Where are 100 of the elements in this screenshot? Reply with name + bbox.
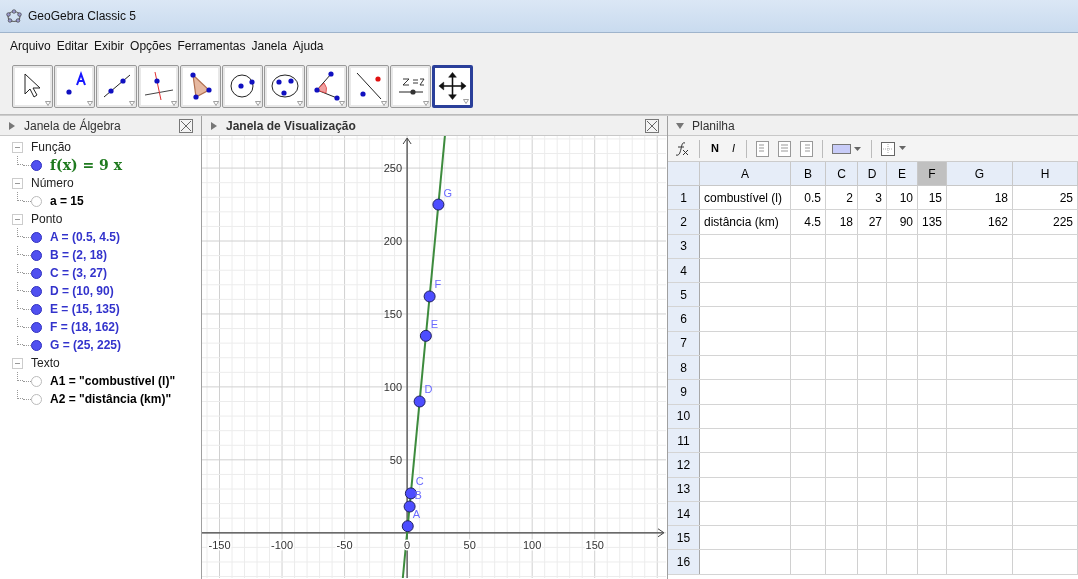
- table-cell[interactable]: 135: [918, 212, 946, 231]
- algebra-entry[interactable]: A = (0.5, 4.5): [50, 228, 120, 246]
- algebra-entry[interactable]: A1 = "combustível (l)": [50, 372, 176, 390]
- column-header[interactable]: D: [858, 162, 887, 185]
- table-cell[interactable]: 225: [1013, 212, 1077, 231]
- row-header[interactable]: 15: [668, 526, 700, 550]
- row-header[interactable]: 11: [668, 428, 700, 453]
- row-header[interactable]: 3: [668, 234, 700, 258]
- row-header[interactable]: 8: [668, 356, 700, 380]
- point-marker[interactable]: [432, 198, 445, 211]
- column-header[interactable]: C: [826, 162, 858, 185]
- collapse-icon[interactable]: [12, 177, 23, 189]
- menu-item[interactable]: Ajuda: [292, 36, 324, 55]
- category-label: Função: [31, 139, 72, 156]
- menu-item[interactable]: Exibir: [94, 36, 125, 55]
- row-header[interactable]: 16: [668, 550, 700, 574]
- align-right-icon[interactable]: [800, 140, 813, 157]
- point-marker[interactable]: [413, 395, 426, 408]
- collapse-icon[interactable]: [12, 357, 23, 369]
- tool-button[interactable]: [264, 64, 305, 108]
- row-header[interactable]: 4: [668, 258, 700, 283]
- menu-item[interactable]: Ferramentas: [177, 36, 246, 55]
- table-cell[interactable]: distância (km): [700, 212, 790, 231]
- tool-button[interactable]: [222, 64, 263, 108]
- collapse-icon[interactable]: [676, 121, 684, 130]
- table-cell[interactable]: combustível (l): [700, 188, 790, 207]
- algebra-entry[interactable]: a = 15: [50, 192, 84, 210]
- table-cell[interactable]: 18: [947, 188, 1012, 207]
- formula-icon[interactable]: [674, 140, 690, 157]
- close-icon[interactable]: [645, 118, 659, 133]
- table-cell[interactable]: 3: [858, 188, 886, 207]
- table-cell[interactable]: 15: [918, 188, 946, 207]
- point-label: B: [414, 488, 422, 501]
- close-icon[interactable]: [179, 118, 193, 133]
- table-cell[interactable]: 27: [858, 212, 886, 231]
- tool-button[interactable]: [180, 64, 221, 108]
- collapse-icon[interactable]: [12, 141, 23, 153]
- algebra-entry[interactable]: F = (18, 162): [50, 318, 120, 336]
- algebra-entry[interactable]: D = (10, 90): [50, 282, 114, 300]
- tool-button[interactable]: [432, 64, 473, 108]
- menu-item[interactable]: Arquivo: [10, 36, 51, 55]
- point-marker[interactable]: [423, 290, 436, 303]
- dropdown-triangle-icon: [339, 100, 345, 106]
- collapse-icon[interactable]: [12, 213, 23, 225]
- algebra-entry[interactable]: f(x) = 9 x: [50, 154, 123, 176]
- dropdown-triangle-icon: [297, 100, 303, 106]
- function-line[interactable]: [401, 136, 446, 578]
- table-cell[interactable]: 4.5: [791, 212, 825, 231]
- row-header[interactable]: 1: [668, 186, 700, 210]
- column-header[interactable]: G: [947, 162, 1013, 185]
- row-header[interactable]: 2: [668, 210, 700, 234]
- dropdown-triangle-icon: [463, 98, 469, 104]
- row-header[interactable]: 12: [668, 453, 700, 477]
- fill-color-icon[interactable]: [832, 142, 862, 155]
- y-tick-label: 150: [383, 307, 403, 320]
- menu-item[interactable]: Opções: [130, 36, 172, 55]
- algebra-entry[interactable]: C = (3, 27): [50, 264, 108, 282]
- row-header[interactable]: 5: [668, 283, 700, 307]
- dropdown-triangle-icon: [87, 100, 93, 106]
- tool-button[interactable]: [96, 64, 137, 108]
- row-header[interactable]: 6: [668, 307, 700, 331]
- row-header[interactable]: 13: [668, 477, 700, 501]
- italic-button[interactable]: I: [729, 140, 737, 157]
- bold-button[interactable]: N: [709, 140, 721, 157]
- dropdown-triangle-icon: [129, 100, 135, 106]
- algebra-entry[interactable]: E = (15, 135): [50, 300, 120, 318]
- column-header[interactable]: B: [791, 162, 826, 185]
- algebra-entry[interactable]: A2 = "distância (km)": [50, 390, 172, 408]
- row-header[interactable]: 14: [668, 501, 700, 526]
- row-header[interactable]: 9: [668, 380, 700, 404]
- table-cell[interactable]: 25: [1013, 188, 1077, 207]
- menu-item[interactable]: Janela: [251, 36, 287, 55]
- column-header[interactable]: A: [700, 162, 791, 185]
- point-marker[interactable]: [404, 487, 417, 500]
- menu-item[interactable]: Editar: [56, 36, 89, 55]
- point-marker[interactable]: [419, 329, 432, 342]
- table-cell[interactable]: 0.5: [791, 188, 825, 207]
- point-label: D: [424, 383, 433, 396]
- align-left-icon[interactable]: [756, 140, 769, 157]
- column-header[interactable]: H: [1013, 162, 1078, 185]
- algebra-entry[interactable]: B = (2, 18): [50, 246, 108, 264]
- point-marker[interactable]: [401, 520, 414, 533]
- expand-icon[interactable]: [210, 121, 218, 130]
- dropdown-triangle-icon: [423, 100, 429, 106]
- table-cell[interactable]: 10: [887, 188, 917, 207]
- table-cell[interactable]: 18: [826, 212, 857, 231]
- expand-icon[interactable]: [8, 121, 16, 130]
- tool-button[interactable]: [54, 64, 95, 108]
- table-cell[interactable]: 90: [887, 212, 917, 231]
- point-label: G: [443, 186, 452, 199]
- dropdown-triangle-icon: [381, 100, 387, 106]
- column-header[interactable]: E: [887, 162, 918, 185]
- algebra-entry[interactable]: G = (25, 225): [50, 336, 122, 354]
- row-header[interactable]: 10: [668, 404, 700, 428]
- row-header[interactable]: 7: [668, 331, 700, 356]
- table-cell[interactable]: 2: [826, 188, 857, 207]
- align-center-icon[interactable]: [778, 140, 791, 157]
- tool-button[interactable]: [306, 64, 347, 108]
- table-cell[interactable]: 162: [947, 212, 1012, 231]
- column-header[interactable]: F: [918, 162, 947, 185]
